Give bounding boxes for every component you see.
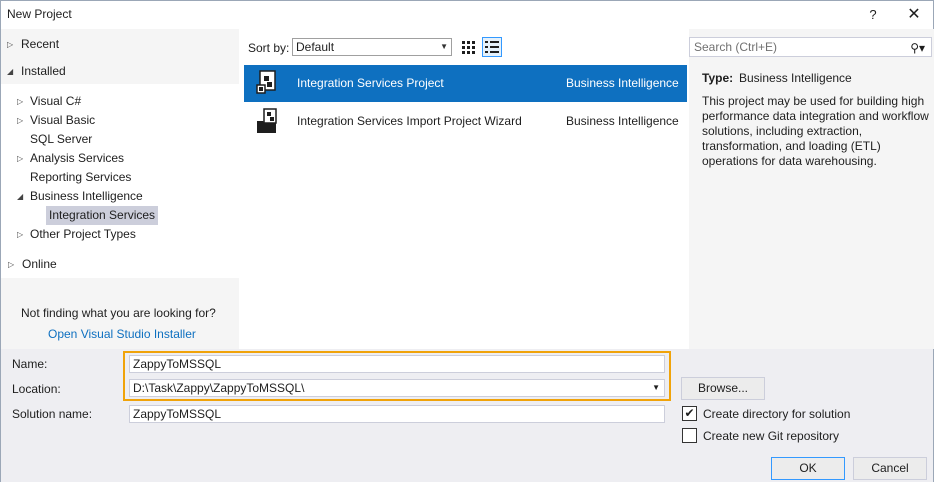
ok-button[interactable]: OK	[771, 457, 845, 480]
ssis-project-icon	[256, 70, 276, 94]
template-item-integration-services-project[interactable]: Integration Services Project Business In…	[244, 65, 687, 102]
tree-item-other-project-types[interactable]: ▷ Other Project Types	[17, 225, 136, 244]
window-title: New Project	[7, 7, 72, 21]
tree-item-visual-basic[interactable]: ▷ Visual Basic	[17, 111, 96, 130]
tree-item-label: Other Project Types	[30, 227, 136, 241]
tree-item-visual-csharp[interactable]: ▷ Visual C#	[17, 92, 82, 111]
tree-item-label: Installed	[21, 64, 66, 78]
template-item-import-wizard[interactable]: Integration Services Import Project Wiza…	[244, 103, 687, 140]
collapse-arrow-icon[interactable]: ◢	[17, 187, 27, 206]
cancel-button[interactable]: Cancel	[853, 457, 927, 480]
grid-view-icon	[462, 41, 475, 54]
type-label: Type:	[702, 71, 734, 85]
tree-item-label: Business Intelligence	[30, 189, 143, 203]
create-directory-checkbox[interactable]: ✔	[682, 406, 697, 421]
search-icon[interactable]: ⚲▾	[910, 39, 925, 57]
location-label: Location:	[12, 382, 61, 396]
expand-arrow-icon[interactable]: ▷	[17, 225, 27, 244]
solution-name-label: Solution name:	[12, 407, 93, 421]
sort-by-dropdown[interactable]: Default ▼	[292, 38, 452, 56]
expand-arrow-icon[interactable]: ▷	[8, 255, 18, 274]
tree-item-analysis-services[interactable]: ▷ Analysis Services	[17, 149, 125, 168]
name-label: Name:	[12, 357, 48, 371]
tree-item-recent[interactable]: ▷ Recent	[7, 35, 60, 54]
create-directory-label: Create directory for solution	[703, 407, 851, 421]
tree-item-online[interactable]: ▷ Online	[8, 255, 57, 274]
expand-arrow-icon[interactable]: ▷	[17, 92, 27, 111]
import-wizard-icon	[257, 108, 277, 133]
list-view-icon	[485, 41, 499, 53]
title-bar: New Project ? ✕	[1, 1, 933, 29]
expand-arrow-icon[interactable]: ▷	[17, 111, 27, 130]
tree-item-sql-server[interactable]: SQL Server	[30, 130, 92, 149]
template-tree-panel: ▷ Recent ◢ Installed ▷ Visual C# ▷ Visua…	[1, 29, 239, 349]
not-finding-text: Not finding what you are looking for?	[21, 306, 216, 320]
tree-item-label: Visual Basic	[30, 113, 96, 127]
solution-name-field[interactable]: ZappyToMSSQL	[129, 405, 665, 423]
type-value: Business Intelligence	[739, 71, 852, 85]
template-category: Business Intelligence	[566, 76, 679, 90]
tree-item-label: SQL Server	[30, 132, 93, 146]
search-input[interactable]: Search (Ctrl+E) ⚲▾	[689, 37, 932, 57]
template-category: Business Intelligence	[566, 114, 679, 128]
sort-by-value: Default	[296, 40, 335, 54]
tree-item-label: Online	[22, 257, 57, 271]
close-button[interactable]: ✕	[901, 3, 927, 27]
highlight-box	[123, 351, 671, 401]
help-button[interactable]: ?	[863, 5, 883, 25]
tree-item-integration-services[interactable]: Integration Services	[46, 206, 159, 225]
tree-item-label: Integration Services	[49, 208, 156, 222]
create-git-checkbox[interactable]	[682, 428, 697, 443]
search-placeholder: Search (Ctrl+E)	[694, 40, 778, 54]
template-name: Integration Services Project	[297, 76, 444, 90]
tree-item-label: Visual C#	[30, 94, 82, 108]
open-installer-link[interactable]: Open Visual Studio Installer	[48, 327, 196, 341]
tree-item-label: Recent	[21, 37, 60, 51]
new-project-dialog: New Project ? ✕ ▷ Recent ◢ Installed ▷ V…	[0, 0, 934, 482]
tree-item-label: Analysis Services	[30, 151, 125, 165]
template-description: This project may be used for building hi…	[702, 94, 929, 168]
solution-name-value: ZappyToMSSQL	[133, 407, 222, 421]
list-view-button[interactable]	[482, 37, 502, 57]
tree-item-business-intelligence[interactable]: ◢ Business Intelligence	[17, 187, 143, 206]
collapse-arrow-icon[interactable]: ◢	[7, 62, 17, 81]
create-git-label: Create new Git repository	[703, 429, 840, 443]
tree-item-reporting-services[interactable]: Reporting Services	[30, 168, 131, 187]
dropdown-arrow-icon: ▼	[440, 42, 448, 51]
sort-by-label: Sort by:	[248, 41, 290, 55]
expand-arrow-icon[interactable]: ▷	[17, 149, 27, 168]
template-name: Integration Services Import Project Wiza…	[297, 114, 522, 128]
tree-item-installed[interactable]: ◢ Installed	[7, 62, 66, 81]
medium-icons-view-button[interactable]	[458, 37, 478, 57]
installed-tree: ▷ Visual C# ▷ Visual Basic SQL Server ▷ …	[1, 84, 239, 278]
expand-arrow-icon[interactable]: ▷	[7, 35, 17, 54]
browse-button[interactable]: Browse...	[681, 377, 765, 400]
tree-item-label: Reporting Services	[30, 170, 132, 184]
